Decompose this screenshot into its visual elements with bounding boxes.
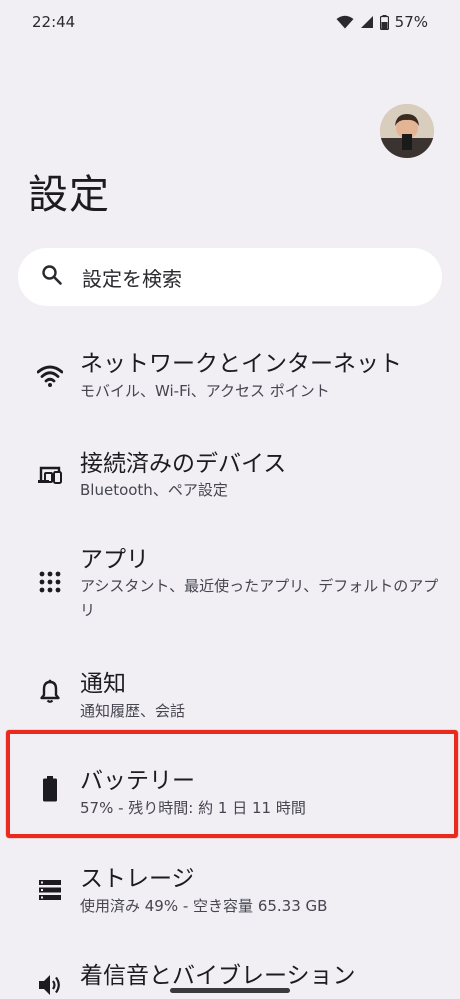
connected-devices-icon: [36, 460, 64, 488]
settings-item-apps[interactable]: アプリ アシスタント、最近使ったアプリ、デフォルトのアプリ: [0, 530, 460, 630]
apps-grid-icon: [36, 568, 64, 596]
settings-item-title: ストレージ: [80, 866, 195, 892]
settings-item-title: 通知: [80, 671, 126, 697]
search-icon: [40, 263, 64, 291]
status-icons: 57%: [336, 13, 428, 31]
settings-item-title: ネットワークとインターネット: [80, 351, 402, 377]
signal-icon: [360, 15, 374, 29]
settings-item-title: 着信音とバイブレーション: [80, 963, 356, 989]
settings-item-title: 接続済みのデバイス: [80, 451, 287, 477]
search-bar[interactable]: 設定を検索: [18, 248, 442, 306]
settings-item-subtitle: モバイル、Wi-Fi、アクセス ポイント: [80, 382, 330, 400]
highlight-box: [6, 730, 458, 838]
settings-item-subtitle: Bluetooth、ペア設定: [80, 481, 228, 499]
volume-icon: [36, 971, 64, 999]
settings-item-connected-devices[interactable]: 接続済みのデバイス Bluetooth、ペア設定: [0, 430, 460, 520]
wifi-status-icon: [336, 15, 354, 29]
search-placeholder: 設定を検索: [82, 266, 182, 291]
settings-item-notifications[interactable]: 通知 通知履歴、会話: [0, 655, 460, 735]
page-title: 設定: [28, 172, 110, 218]
settings-item-subtitle: アシスタント、最近使ったアプリ、デフォルトのアプリ: [80, 577, 439, 619]
status-time: 22:44: [32, 13, 76, 31]
settings-item-network[interactable]: ネットワークとインターネット モバイル、Wi-Fi、アクセス ポイント: [0, 330, 460, 420]
battery-percent: 57%: [394, 13, 428, 31]
wifi-icon: [36, 362, 64, 390]
settings-item-storage[interactable]: ストレージ 使用済み 49% - 空き容量 65.33 GB: [0, 855, 460, 935]
status-bar: 22:44 57%: [0, 0, 460, 44]
battery-status-icon: [379, 14, 389, 30]
account-avatar[interactable]: [380, 104, 434, 158]
gesture-nav-handle[interactable]: [170, 988, 290, 993]
settings-item-subtitle: 使用済み 49% - 空き容量 65.33 GB: [80, 897, 328, 915]
storage-icon: [36, 876, 64, 904]
settings-item-title: アプリ: [80, 547, 149, 573]
bell-icon: [36, 677, 64, 705]
settings-item-subtitle: 通知履歴、会話: [80, 702, 186, 720]
